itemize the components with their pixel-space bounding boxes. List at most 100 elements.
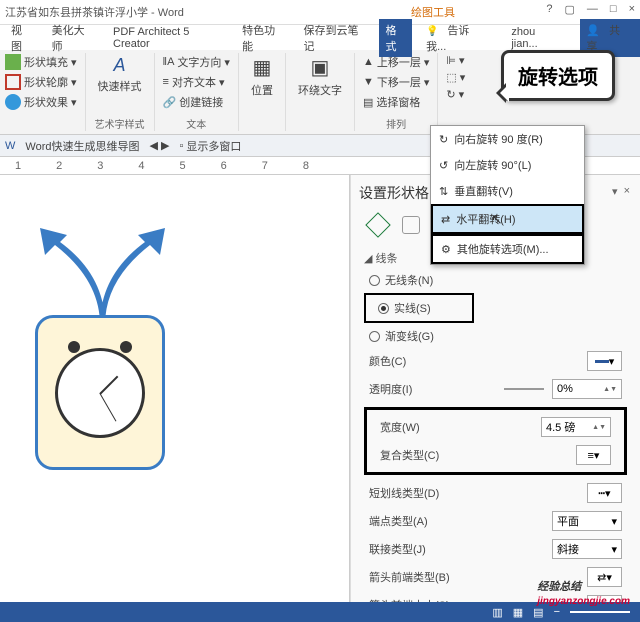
user-name[interactable]: zhou jian... xyxy=(505,23,567,53)
view-web-icon[interactable]: ▤ xyxy=(533,606,543,619)
gradient-line-radio[interactable]: 渐变线(G) xyxy=(359,325,632,347)
panel-close-icon[interactable]: × xyxy=(624,185,630,198)
send-backward-button[interactable]: ▼下移一层 ▾ xyxy=(363,73,429,91)
compound-picker[interactable]: ≡▾ xyxy=(576,445,611,465)
shape-effects-button[interactable]: 形状效果 ▾ xyxy=(5,93,77,111)
width-input[interactable]: 4.5 磅▲▼ xyxy=(541,417,611,437)
tell-me[interactable]: 💡 告诉我... xyxy=(420,19,497,57)
nav-arrows[interactable]: ◀ ▶ xyxy=(149,139,169,152)
join-select[interactable]: 斜接▾ xyxy=(552,539,622,559)
text-direction-button[interactable]: ‖A文字方向 ▾ xyxy=(163,53,230,71)
tab-view[interactable]: 视图 xyxy=(5,19,38,57)
ribbon-toggle-icon[interactable]: ▢ xyxy=(565,3,575,16)
flip-vertical-item[interactable]: ⇅垂直翻转(V) xyxy=(431,178,584,204)
document-canvas[interactable] xyxy=(0,175,350,620)
color-row: 颜色(C) ▾ xyxy=(359,347,632,375)
position-button[interactable]: ▦位置 xyxy=(247,53,277,100)
wrap-text-button[interactable]: ▣环绕文字 xyxy=(294,53,346,100)
rotate-button[interactable]: ↻▾ xyxy=(446,87,465,102)
clock-icon xyxy=(55,348,145,438)
tab-format[interactable]: 格式 xyxy=(379,19,412,57)
dash-row: 短划线类型(D) ┅▾ xyxy=(359,479,632,507)
color-picker[interactable]: ▾ xyxy=(587,351,622,371)
radio-icon xyxy=(369,331,380,342)
transparency-slider[interactable] xyxy=(504,388,544,390)
tab-pdf[interactable]: PDF Architect 5 Creator xyxy=(107,23,228,53)
join-row: 联接类型(J) 斜接▾ xyxy=(359,535,632,563)
backward-icon: ▼ xyxy=(363,76,374,88)
transparency-input[interactable]: 0%▲▼ xyxy=(552,379,622,399)
cap-row: 端点类型(A) 平面▾ xyxy=(359,507,632,535)
rotate-right-icon: ↻ xyxy=(439,133,448,146)
more-icon: ⚙ xyxy=(441,243,451,256)
arrow-shapes[interactable] xyxy=(15,220,185,330)
align-button[interactable]: ⊫▾ xyxy=(446,53,465,68)
view-print-icon[interactable]: ▦ xyxy=(513,606,523,619)
flip-h-icon: ⇄ xyxy=(441,213,450,226)
link-icon: 🔗 xyxy=(163,96,177,109)
rotate-left-item[interactable]: ↺向左旋转 90°(L) xyxy=(431,152,584,178)
rotate-group: ⊫▾ ⬚▾ ↻▾ xyxy=(446,53,473,131)
hour-hand xyxy=(99,375,118,394)
shape-outline-button[interactable]: 形状轮廓 ▾ xyxy=(5,73,77,91)
compound-row: 复合类型(C) ≡▾ xyxy=(370,441,621,469)
radio-checked-icon xyxy=(378,303,389,314)
cap-select[interactable]: 平面▾ xyxy=(552,511,622,531)
no-line-radio[interactable]: 无线条(N) xyxy=(359,269,632,291)
wordart-label: 艺术字样式 xyxy=(94,116,146,131)
quick-style-button[interactable]: A快速样式 xyxy=(94,53,146,96)
width-label: 宽度(W) xyxy=(380,419,533,435)
arrange-group: ▲上移一层 ▾ ▼下移一层 ▾ ▤选择窗格 排列 xyxy=(363,53,438,131)
group-button[interactable]: ⬚▾ xyxy=(446,70,465,85)
rotate-right-item[interactable]: ↻向右旋转 90 度(R) xyxy=(431,126,584,152)
window-controls: ? ▢ — □ × xyxy=(546,3,635,16)
arrange-label: 排列 xyxy=(363,116,429,131)
transparency-label: 透明度(I) xyxy=(369,381,496,397)
cursor-icon: ↖ xyxy=(491,211,503,228)
rotate-icon: ↻ xyxy=(446,88,455,101)
align-text-button[interactable]: ≡对齐文本 ▾ xyxy=(163,73,230,91)
zoom-slider[interactable] xyxy=(570,611,630,613)
align-menu-icon: ⊫ xyxy=(446,54,456,67)
clock-container[interactable] xyxy=(35,315,165,470)
annotation-callout: 旋转选项 xyxy=(501,50,615,101)
close-icon[interactable]: × xyxy=(629,3,635,16)
multi-window-button[interactable]: ▫ 显示多窗口 xyxy=(179,138,241,154)
maximize-icon[interactable]: □ xyxy=(610,3,617,16)
ribbon-tabs: 视图 美化大师 PDF Architect 5 Creator 特色功能 保存到… xyxy=(0,25,640,50)
join-label: 联接类型(J) xyxy=(369,541,544,557)
zoom-out-icon[interactable]: − xyxy=(554,606,560,618)
wrap-group: ▣环绕文字 xyxy=(294,53,355,131)
create-link-button[interactable]: 🔗创建链接 xyxy=(163,93,230,111)
pane-icon: ▤ xyxy=(363,96,373,109)
shape-styles-group: 形状填充 ▾ 形状轮廓 ▾ 形状效果 ▾ xyxy=(5,53,86,131)
bring-forward-button[interactable]: ▲上移一层 ▾ xyxy=(363,53,429,71)
solid-line-radio[interactable]: 实线(S) xyxy=(368,297,470,319)
document-name[interactable]: Word快速生成思维导图 xyxy=(25,138,139,154)
watermark: 经验总结 jingyanzongjie.com xyxy=(537,570,630,607)
cap-label: 端点类型(A) xyxy=(369,513,544,529)
panel-dropdown-icon[interactable]: ▾ xyxy=(612,185,618,198)
dash-picker[interactable]: ┅▾ xyxy=(587,483,622,503)
shape-fill-button[interactable]: 形状填充 ▾ xyxy=(5,53,77,71)
color-label: 颜色(C) xyxy=(369,353,579,369)
selection-pane-button[interactable]: ▤选择窗格 xyxy=(363,93,429,111)
width-row: 宽度(W) 4.5 磅▲▼ xyxy=(370,413,621,441)
effects-tab[interactable] xyxy=(402,216,420,234)
minute-hand xyxy=(100,393,117,421)
tab-special[interactable]: 特色功能 xyxy=(236,19,289,57)
align-icon: ≡ xyxy=(163,76,169,88)
help-icon[interactable]: ? xyxy=(546,3,552,16)
outline-icon xyxy=(5,74,21,90)
transparency-row: 透明度(I) 0%▲▼ xyxy=(359,375,632,403)
tab-beautify[interactable]: 美化大师 xyxy=(46,19,99,57)
minimize-icon[interactable]: — xyxy=(587,3,598,16)
more-rotate-item[interactable]: ⚙其他旋转选项(M)... xyxy=(431,234,584,264)
view-read-icon[interactable]: ▥ xyxy=(492,606,502,619)
flip-horizontal-item[interactable]: ⇄水平翻转(H)↖ xyxy=(431,204,584,234)
text-group-label: 文本 xyxy=(163,116,230,131)
forward-icon: ▲ xyxy=(363,56,374,68)
panel-controls: ▾ × xyxy=(612,185,630,198)
fill-line-tab[interactable] xyxy=(365,212,390,237)
tab-cloud[interactable]: 保存到云笔记 xyxy=(297,19,371,57)
